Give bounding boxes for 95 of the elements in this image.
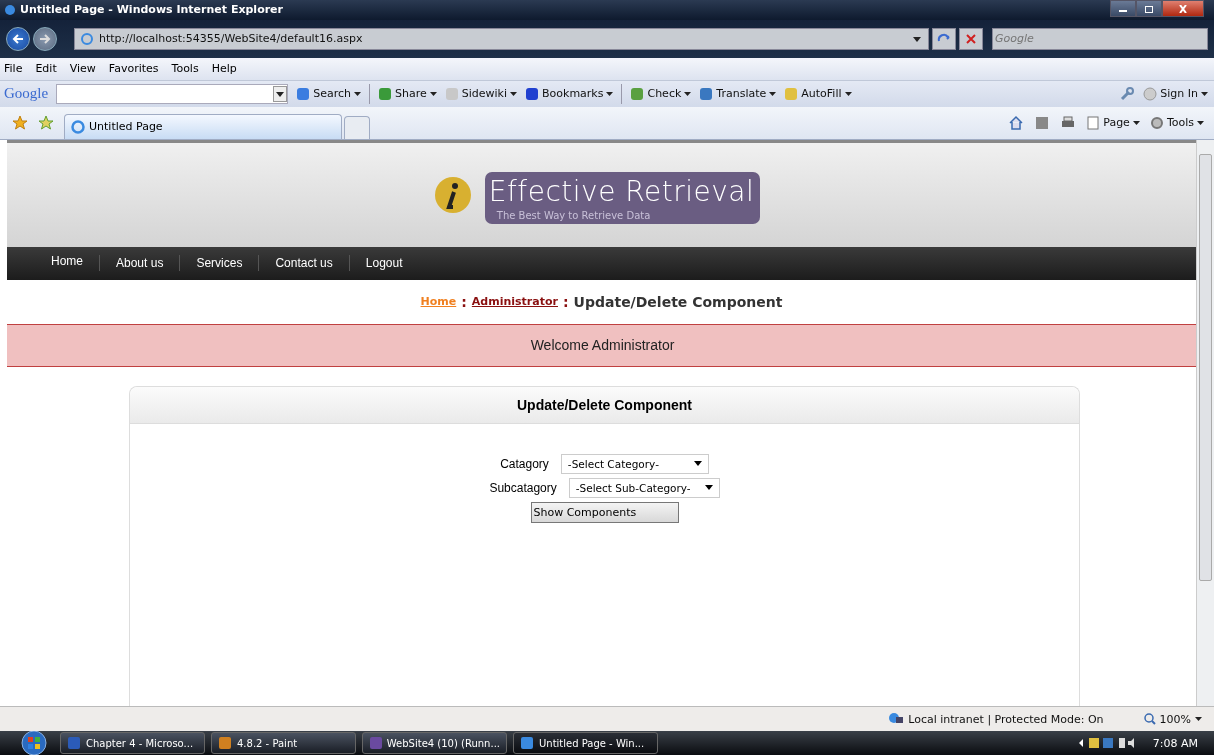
- toolbar-icon: [630, 86, 645, 101]
- toolbar-button[interactable]: AutoFill: [784, 86, 852, 101]
- stop-button[interactable]: [959, 27, 983, 50]
- security-zone[interactable]: Local intranet | Protected Mode: On: [888, 712, 1104, 726]
- command-button[interactable]: Tools: [1149, 115, 1204, 130]
- restore-icon: [1144, 4, 1154, 13]
- site-tagline: The Best Way to Retrieve Data: [495, 208, 652, 223]
- breadcrumb-separator: :: [461, 293, 467, 310]
- magnifier-icon: [1143, 713, 1156, 725]
- favorites-star-icon[interactable]: [12, 114, 28, 131]
- toolbar-icon: [784, 86, 799, 101]
- forward-button[interactable]: [33, 26, 57, 51]
- toolbar-button[interactable]: Search: [296, 86, 361, 101]
- search-field[interactable]: Google: [992, 27, 1208, 50]
- toolbar-button[interactable]: Sidewiki: [444, 86, 517, 101]
- info-logo-icon: [432, 174, 473, 215]
- app-icon: [520, 736, 534, 750]
- clock: 7:08 AM: [1151, 736, 1199, 750]
- toolbar-button[interactable]: Share: [377, 86, 437, 101]
- taskbar-button[interactable]: Chapter 4 - Microso...: [60, 732, 205, 754]
- menu-item[interactable]: Edit: [35, 62, 57, 76]
- toolbar-search-field[interactable]: [56, 83, 289, 104]
- toolbar-icon: [525, 86, 539, 101]
- nav-link[interactable]: Home: [7, 254, 99, 269]
- nav-link[interactable]: Services: [180, 256, 259, 271]
- user-circle-icon: [1143, 86, 1158, 101]
- google-logo: Google: [4, 85, 49, 103]
- menu-item[interactable]: File: [4, 62, 23, 76]
- caret-icon: [704, 485, 713, 491]
- sign-in-button[interactable]: Sign In: [1143, 86, 1208, 101]
- caret-icon: [1197, 120, 1204, 125]
- taskbar-button[interactable]: WebSite4 (10) (Runn...: [362, 732, 507, 754]
- app-icon: [218, 736, 232, 750]
- toolbar-button[interactable]: Check: [630, 86, 692, 101]
- app-icon: [67, 736, 81, 750]
- command-button[interactable]: Page: [1086, 115, 1140, 130]
- back-button[interactable]: [6, 26, 30, 51]
- dropdown[interactable]: -Select Category-: [560, 453, 709, 474]
- close-icon: [1178, 4, 1188, 13]
- document-icon: [1086, 115, 1101, 130]
- wrench-icon[interactable]: [1119, 85, 1136, 102]
- nav-link[interactable]: About us: [100, 256, 180, 271]
- scrollbar[interactable]: [1196, 139, 1214, 707]
- home-icon[interactable]: [1008, 114, 1025, 131]
- taskbar-button[interactable]: Untitled Page - Win...: [513, 732, 658, 754]
- nav-link[interactable]: Contact us: [259, 256, 349, 271]
- toolbar-button[interactable]: Translate: [699, 86, 777, 101]
- browser-tab[interactable]: Untitled Page: [64, 113, 342, 139]
- breadcrumb-link[interactable]: Administrator: [471, 295, 558, 309]
- toolbar-icon: [444, 86, 459, 101]
- caret-icon: [353, 91, 361, 96]
- dropdown-icon[interactable]: [912, 34, 922, 43]
- network-icon: [888, 712, 905, 726]
- back-arrow-icon: [11, 32, 25, 45]
- field-label: Subcatagory: [489, 480, 557, 495]
- caret-icon: [606, 91, 614, 96]
- breadcrumb-separator: :: [562, 293, 569, 310]
- toolbar-icon: [699, 86, 714, 101]
- caret-icon: [1195, 717, 1202, 721]
- dropdown[interactable]: -Select Sub-Category-: [568, 477, 720, 498]
- toolbar-icon: [296, 86, 311, 101]
- zoom-level[interactable]: 100%: [1143, 712, 1202, 726]
- window-title: Untitled Page - Windows Internet Explorer: [20, 3, 284, 17]
- minimize-button[interactable]: [1110, 0, 1136, 17]
- menu-item[interactable]: Tools: [171, 62, 199, 76]
- menu-item[interactable]: Favorites: [108, 62, 159, 76]
- add-favorite-icon[interactable]: [38, 114, 54, 131]
- address-field[interactable]: http://localhost:54355/WebSite4/default16.aspx: [74, 27, 929, 50]
- panel-title: Update/Delete Component: [517, 396, 692, 413]
- nav-link[interactable]: Logout: [349, 256, 419, 271]
- maximize-button[interactable]: [1136, 0, 1162, 17]
- taskbar-button[interactable]: 4.8.2 - Paint: [211, 732, 356, 754]
- menu-item[interactable]: View: [69, 62, 96, 76]
- caret-icon: [1201, 91, 1208, 96]
- caret-icon: [769, 91, 777, 96]
- welcome-text: Welcome Administrator: [530, 337, 675, 354]
- caret-icon: [693, 461, 702, 467]
- toolbar-icon: [377, 86, 392, 101]
- dropdown-icon[interactable]: [273, 85, 288, 102]
- site-title: Effective Retrieval: [488, 175, 755, 208]
- caret-icon: [684, 91, 692, 96]
- show-components-button[interactable]: Show Components: [530, 501, 679, 523]
- caret-icon: [429, 91, 437, 96]
- refresh-button[interactable]: [932, 27, 956, 50]
- caret-icon: [510, 91, 517, 96]
- toolbar-button[interactable]: Bookmarks: [525, 86, 614, 101]
- stop-icon: [965, 32, 977, 45]
- menu-item[interactable]: Help: [211, 62, 237, 76]
- close-button[interactable]: [1162, 0, 1204, 17]
- page-heading: Update/Delete Component: [573, 293, 783, 310]
- caret-icon: [844, 91, 852, 96]
- forward-arrow-icon: [38, 32, 52, 45]
- app-icon: [369, 736, 382, 750]
- caret-icon: [1132, 120, 1140, 125]
- field-label: Catagory: [500, 456, 549, 471]
